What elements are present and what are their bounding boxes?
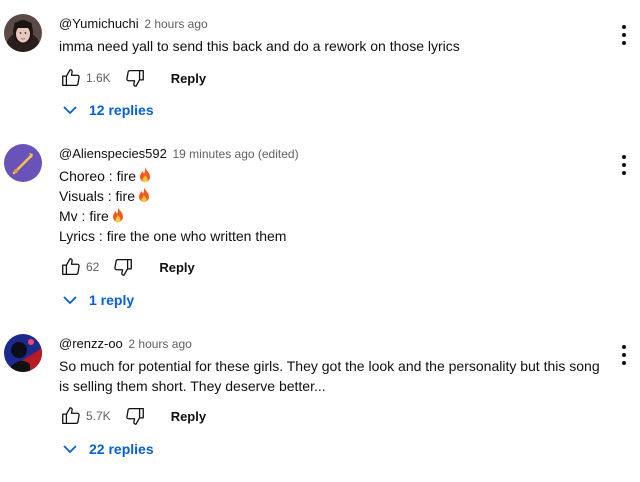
- comment-actions: 5.7K Reply: [59, 404, 206, 428]
- chevron-down-icon: [63, 444, 77, 454]
- comment-author[interactable]: @Alienspecies592: [59, 146, 167, 161]
- comment-text: So much for potential for these girls. T…: [59, 356, 600, 396]
- comment-text: imma need yall to send this back and do …: [59, 36, 600, 56]
- comment-author[interactable]: @Yumichuchi: [59, 16, 139, 31]
- comments-section: @Yumichuchi 2 hours ago imma need yall t…: [0, 0, 640, 482]
- thumbs-down-icon: [125, 408, 144, 425]
- thumbs-up-icon: [62, 258, 80, 275]
- comment-text-line: imma need yall to send this back and do …: [59, 38, 460, 54]
- like-button[interactable]: [59, 255, 83, 279]
- comment-text-line: So much for potential for these girls. T…: [59, 358, 600, 374]
- comment-text-line: Choreo : fire: [59, 168, 137, 184]
- dislike-button[interactable]: [123, 66, 147, 90]
- thumbs-down-icon: [114, 259, 133, 276]
- replies-toggle[interactable]: 22 replies: [63, 441, 154, 457]
- thumbs-up-icon: [62, 69, 80, 86]
- like-count: 62: [86, 260, 100, 274]
- comment-text: Choreo : fire Visuals : fire Mv : fire L…: [59, 166, 600, 246]
- comment-actions: 1.6K Reply: [59, 66, 206, 90]
- like-count: 1.6K: [86, 71, 111, 85]
- chevron-down-icon: [63, 105, 77, 115]
- dislike-button[interactable]: [123, 404, 147, 428]
- thumbs-down-icon: [125, 70, 144, 87]
- replies-toggle[interactable]: 12 replies: [63, 102, 154, 118]
- replies-count: 1 reply: [89, 292, 135, 308]
- comment-text-line: Visuals : fire: [59, 188, 135, 204]
- reply-button[interactable]: Reply: [171, 409, 206, 424]
- thumbs-up-icon: [62, 407, 80, 424]
- reply-button[interactable]: Reply: [159, 260, 194, 275]
- fire-emoji: [140, 167, 151, 183]
- comment-timestamp[interactable]: 2 hours ago: [128, 337, 191, 351]
- avatar[interactable]: [4, 14, 42, 52]
- comment-text-line: is selling them short. They deserve bett…: [59, 378, 326, 394]
- reply-button[interactable]: Reply: [171, 71, 206, 86]
- avatar[interactable]: [4, 334, 42, 372]
- replies-count: 22 replies: [89, 441, 154, 457]
- like-button[interactable]: [59, 404, 83, 428]
- more-vert-icon[interactable]: [620, 155, 628, 175]
- fire-emoji: [139, 187, 149, 203]
- like-count: 5.7K: [86, 409, 111, 423]
- chevron-down-icon: [63, 295, 77, 305]
- comment-author[interactable]: @renzz-oo: [59, 336, 123, 351]
- comment-timestamp[interactable]: 2 hours ago: [144, 17, 207, 31]
- more-vert-icon[interactable]: [620, 25, 628, 45]
- comment-text-line: Mv : fire: [59, 208, 109, 224]
- avatar[interactable]: [4, 144, 42, 182]
- comment-text-line: Lyrics : fire the one who written them: [59, 228, 287, 244]
- dislike-button[interactable]: [111, 255, 135, 279]
- fire-emoji: [112, 207, 123, 223]
- replies-toggle[interactable]: 1 reply: [63, 292, 134, 308]
- more-vert-icon[interactable]: [620, 345, 628, 365]
- like-button[interactable]: [59, 66, 83, 90]
- comment-timestamp[interactable]: 19 minutes ago (edited): [173, 147, 299, 161]
- replies-count: 12 replies: [89, 102, 154, 118]
- comment-actions: 62 Reply: [59, 255, 195, 279]
